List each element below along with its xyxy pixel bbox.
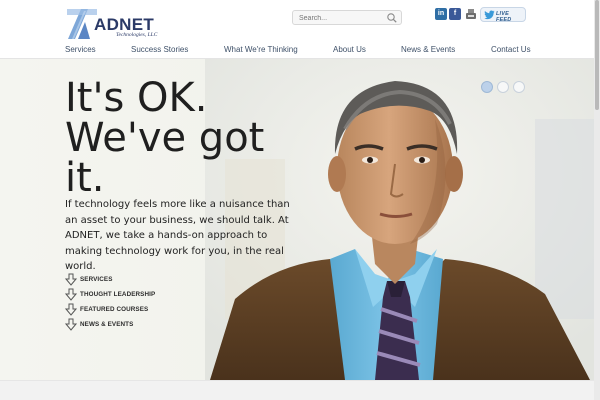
quick-link-label: THOUGHT LEADERSHIP <box>80 291 156 298</box>
headline-line: It's OK. <box>65 75 208 121</box>
quick-link-featured-courses[interactable]: FEATURED COURSES <box>65 303 205 317</box>
twitter-bird-icon <box>484 10 495 20</box>
quick-link-label: FEATURED COURSES <box>80 306 149 313</box>
live-feed-label: LIVE FEED <box>496 11 512 23</box>
main-nav: Services Success Stories What We're Thin… <box>0 42 600 59</box>
down-arrow-icon <box>65 318 77 331</box>
nav-item-success-stories[interactable]: Success Stories <box>131 45 188 54</box>
page: ADNET Technologies, LLC in f LIVE FEED <box>0 0 600 400</box>
header: ADNET Technologies, LLC in f LIVE FEED <box>0 0 600 42</box>
hero-intro-text: If technology feels more like a nuisance… <box>65 199 290 272</box>
nav-item-what-were-thinking[interactable]: What We're Thinking <box>224 45 298 54</box>
quick-link-services[interactable]: SERVICES <box>65 273 205 287</box>
adnet-logo[interactable]: ADNET Technologies, LLC <box>66 8 158 42</box>
brand-tagline: Technologies, LLC <box>116 32 158 38</box>
hero-banner: It's OK. We've got it. If technology fee… <box>0 59 600 380</box>
live-feed-button[interactable]: LIVE FEED <box>480 7 526 23</box>
hero-headline: It's OK. We've got it. <box>65 78 305 198</box>
search-input[interactable] <box>299 12 387 24</box>
slide-dot-3[interactable] <box>513 81 525 93</box>
nav-item-services[interactable]: Services <box>65 45 96 54</box>
quick-link-label: SERVICES <box>80 276 113 283</box>
facebook-icon[interactable]: f <box>449 8 461 20</box>
search-icon[interactable] <box>386 12 398 24</box>
page-scrollbar[interactable] <box>594 0 600 400</box>
headline-line: it. <box>65 155 105 201</box>
share-icon[interactable] <box>465 8 477 20</box>
scrollbar-thumb[interactable] <box>595 0 599 110</box>
down-arrow-icon <box>65 288 77 301</box>
down-arrow-icon <box>65 303 77 316</box>
quick-link-news-events[interactable]: NEWS & EVENTS <box>65 318 205 332</box>
below-fold-strip <box>0 380 600 400</box>
slide-dot-2[interactable] <box>497 81 509 93</box>
slide-dot-1[interactable] <box>481 81 493 93</box>
down-arrow-icon <box>65 273 77 286</box>
slider-pagination <box>481 81 529 93</box>
nav-item-contact-us[interactable]: Contact Us <box>491 45 531 54</box>
linkedin-icon[interactable]: in <box>435 8 447 20</box>
nav-item-about-us[interactable]: About Us <box>333 45 366 54</box>
quick-link-label: NEWS & EVENTS <box>80 321 134 328</box>
quick-link-thought-leadership[interactable]: THOUGHT LEADERSHIP <box>65 288 205 302</box>
search-box <box>292 10 402 25</box>
headline-line: We've got <box>65 115 265 161</box>
nav-item-news-events[interactable]: News & Events <box>401 45 455 54</box>
